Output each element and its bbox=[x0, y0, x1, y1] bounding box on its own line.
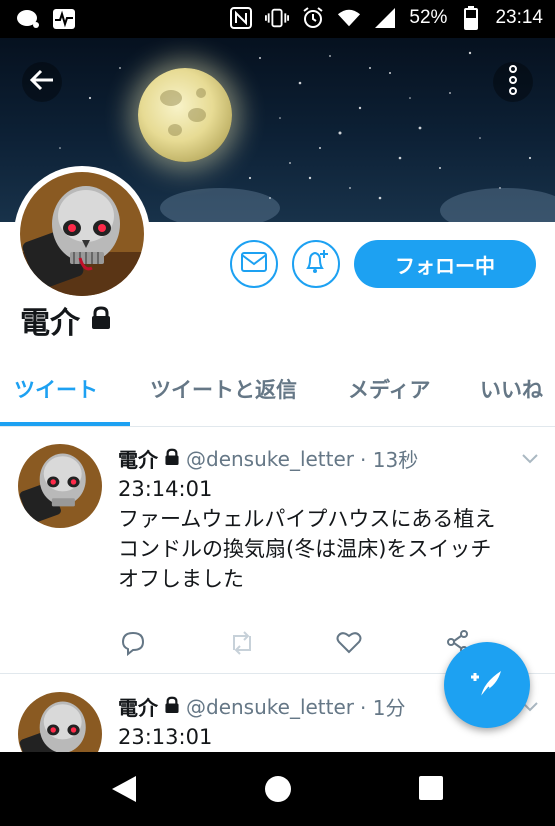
tweet-handle: @densuke_letter bbox=[186, 694, 355, 719]
back-triangle-icon[interactable] bbox=[110, 774, 138, 808]
compose-tweet-icon bbox=[467, 663, 507, 707]
arrow-left-icon bbox=[29, 68, 55, 96]
retweet-icon[interactable] bbox=[228, 630, 256, 660]
tweet-line: オフしました bbox=[118, 567, 244, 591]
profile-tabs: ツイート ツイートと返信 メディア いいね bbox=[0, 362, 555, 427]
battery-icon bbox=[459, 6, 483, 30]
tweet-line: 23:14:01 bbox=[118, 477, 213, 501]
nfc-icon bbox=[229, 6, 253, 30]
lock-icon bbox=[90, 303, 112, 338]
message-button[interactable] bbox=[230, 240, 278, 288]
back-button[interactable] bbox=[22, 62, 62, 102]
activity-icon bbox=[52, 7, 76, 31]
compose-tweet-button[interactable] bbox=[444, 642, 530, 728]
recents-square-icon[interactable] bbox=[418, 774, 444, 806]
tweet-handle: @densuke_letter bbox=[186, 446, 355, 471]
chevron-down-icon[interactable] bbox=[521, 450, 539, 469]
tweet-header: 電介 @densuke_letter · 13秒 bbox=[118, 444, 418, 473]
tab-likes[interactable]: いいね bbox=[480, 374, 543, 404]
wifi-icon bbox=[337, 6, 361, 30]
tweet-text: 23:14:01 ファームウェルパイプハウスにある植え コンドルの換気扇(冬は温… bbox=[118, 474, 495, 594]
tweet-avatar[interactable] bbox=[18, 444, 102, 528]
signal-icon bbox=[373, 6, 397, 30]
like-icon[interactable] bbox=[336, 630, 362, 658]
alarm-icon bbox=[301, 6, 325, 30]
tweet-time: · 1分 bbox=[360, 696, 406, 720]
tweet-author-name: 電介 bbox=[118, 448, 158, 472]
home-circle-icon[interactable] bbox=[263, 774, 293, 808]
clock: 23:14 bbox=[495, 7, 543, 28]
battery-percent: 52% bbox=[409, 7, 448, 28]
tweet-line: ファームウェルパイプハウスにある植え bbox=[118, 507, 496, 531]
more-options-button[interactable] bbox=[493, 62, 533, 102]
following-button[interactable]: フォロー中 bbox=[354, 240, 536, 288]
reply-icon[interactable] bbox=[120, 630, 146, 660]
profile-name-text: 電介 bbox=[20, 306, 80, 341]
profile-name: 電介 bbox=[20, 298, 112, 342]
tweet-line: コンドルの換気扇(冬は温床)をスイッチ bbox=[118, 537, 492, 561]
vibrate-icon bbox=[265, 6, 290, 30]
status-bar: 52% 23:14 bbox=[0, 0, 555, 38]
mail-icon bbox=[241, 252, 267, 276]
tweet-avatar[interactable] bbox=[18, 692, 102, 752]
lock-icon bbox=[164, 695, 180, 719]
moon-image bbox=[138, 68, 232, 162]
tab-media[interactable]: メディア bbox=[348, 374, 431, 404]
android-nav-bar bbox=[0, 752, 555, 826]
tweet-author-name: 電介 bbox=[118, 696, 158, 720]
chat-bubble-icon bbox=[16, 7, 40, 31]
lock-icon bbox=[164, 447, 180, 471]
bell-plus-icon bbox=[302, 248, 330, 280]
profile-avatar[interactable] bbox=[14, 166, 150, 302]
tweet-actions bbox=[118, 630, 478, 660]
tweet-time: · 13秒 bbox=[360, 448, 419, 472]
notifications-button[interactable] bbox=[292, 240, 340, 288]
tab-tweets[interactable]: ツイート bbox=[14, 374, 98, 404]
tweet-text: 23:13:01 bbox=[118, 722, 212, 752]
tweet-line: 23:13:01 bbox=[118, 725, 213, 749]
tweet-header: 電介 @densuke_letter · 1分 bbox=[118, 692, 405, 721]
tab-tweets-replies[interactable]: ツイートと返信 bbox=[150, 374, 297, 404]
more-vert-icon bbox=[508, 65, 518, 99]
